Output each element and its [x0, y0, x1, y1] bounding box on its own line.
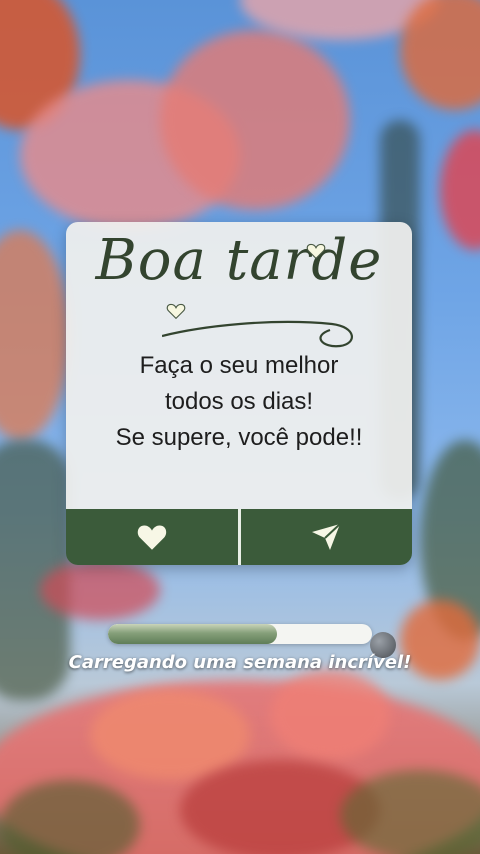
swash-ornament [162, 320, 353, 348]
message-line: Faça o seu melhor [139, 352, 339, 379]
message-line: todos os dias! [164, 388, 314, 415]
progress-bar-fill [108, 624, 277, 644]
heart-icon [137, 525, 166, 550]
loading-label: Carregando uma semana incrível! [68, 652, 412, 673]
message-line: Se supere, você pode!! [115, 424, 363, 451]
paper-plane-icon [312, 523, 341, 550]
action-bar [66, 509, 412, 565]
like-button[interactable] [66, 509, 238, 565]
progress-bar [108, 624, 372, 644]
send-button[interactable] [241, 509, 413, 565]
greeting-card-body: Boa tarde Faça o seu melhor todos os dia… [66, 222, 412, 509]
small-heart-icon [166, 303, 186, 320]
greeting-card: Boa tarde Faça o seu melhor todos os dia… [66, 222, 412, 565]
greeting-message: Faça o seu melhor todos os dias! Se supe… [66, 348, 412, 456]
greeting-title: Boa tarde [95, 228, 383, 293]
small-heart-icon [306, 243, 326, 260]
